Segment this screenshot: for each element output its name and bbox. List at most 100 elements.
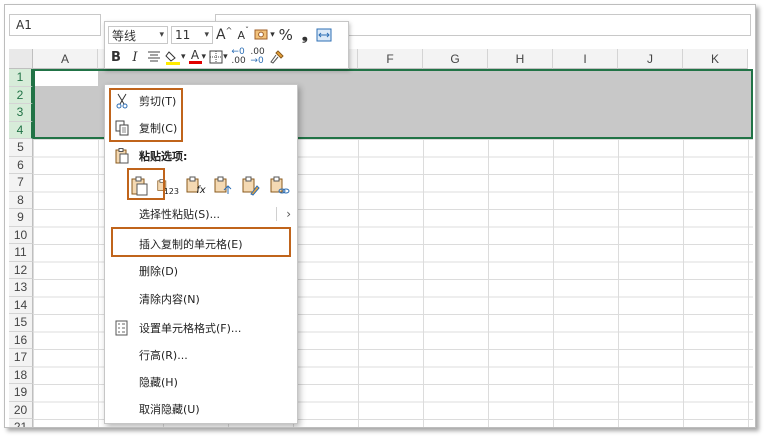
bold-button[interactable]: B	[108, 48, 124, 66]
column-header-g[interactable]: G	[423, 49, 488, 69]
paste-formatting-button[interactable]	[241, 174, 263, 198]
fill-bucket-icon	[165, 51, 180, 65]
column-header-k[interactable]: K	[683, 49, 748, 69]
font-name-combo[interactable]: 等线 ▾	[108, 26, 168, 44]
row-header-20[interactable]: 20	[9, 401, 33, 419]
font-name-value: 等线	[112, 28, 137, 43]
grow-font-button[interactable]: A ^	[216, 26, 232, 44]
name-box[interactable]: A1	[9, 14, 101, 36]
font-color-button[interactable]: A ▾	[188, 48, 207, 66]
submenu-divider	[276, 207, 277, 221]
active-cell-a1[interactable]	[35, 71, 98, 86]
paste-transpose-button[interactable]	[213, 174, 235, 198]
align-center-icon	[148, 51, 160, 62]
scissors-icon	[113, 92, 131, 110]
menu-label-clear-contents: 清除内容(N)	[139, 293, 200, 306]
copy-icon	[113, 119, 131, 137]
chevron-down-icon: ▾	[270, 30, 275, 40]
column-header-h[interactable]: H	[488, 49, 553, 69]
column-header-f[interactable]: F	[358, 49, 423, 69]
menu-header-paste-options: 粘贴选项:	[105, 145, 297, 167]
shrink-font-button[interactable]: Aˇ	[235, 26, 251, 44]
row-header-19[interactable]: 19	[9, 384, 33, 402]
column-header-a[interactable]: A	[33, 49, 98, 69]
menu-label-insert-copied-cells: 插入复制的单元格(E)	[139, 238, 243, 251]
select-all-corner[interactable]	[9, 49, 33, 69]
row-header-12[interactable]: 12	[9, 261, 33, 279]
row-header-13[interactable]: 13	[9, 279, 33, 297]
menu-item-copy[interactable]: 复制(C)	[105, 117, 297, 139]
row-header-5[interactable]: 5	[9, 139, 33, 157]
menu-label-paste-special: 选择性粘贴(S)...	[139, 208, 221, 221]
menu-item-insert-copied-cells[interactable]: 插入复制的单元格(E)	[105, 233, 297, 255]
column-header-i[interactable]: I	[553, 49, 618, 69]
chevron-down-icon: ▾	[201, 52, 207, 62]
row-header-11[interactable]: 11	[9, 244, 33, 262]
font-size-combo[interactable]: 11 ▾	[171, 26, 213, 44]
context-menu: 剪切(T) 复制(C) 粘贴选项: 123 fx 选择性粘贴(S)... › 插…	[104, 84, 298, 424]
row-header-8[interactable]: 8	[9, 191, 33, 209]
row-header-2[interactable]: 2	[9, 86, 33, 104]
format-painter-button[interactable]	[269, 48, 285, 66]
borders-icon	[209, 50, 223, 64]
menu-item-row-height[interactable]: 行高(R)...	[105, 344, 297, 366]
chevron-down-icon: ▾	[204, 30, 209, 40]
percent-button[interactable]: %	[278, 26, 294, 44]
merge-center-button[interactable]	[316, 26, 332, 44]
paste-formulas-badge: fx	[196, 184, 206, 196]
paste-icon	[131, 176, 148, 196]
menu-item-paste-special[interactable]: 选择性粘贴(S)... ›	[105, 203, 297, 225]
chevron-down-icon: ▾	[223, 52, 228, 62]
row-header-4[interactable]: 4	[9, 121, 33, 139]
column-header-j[interactable]: J	[618, 49, 683, 69]
row-header-9[interactable]: 9	[9, 209, 33, 227]
row-header-14[interactable]: 14	[9, 296, 33, 314]
row-header-16[interactable]: 16	[9, 331, 33, 349]
menu-item-cut[interactable]: 剪切(T)	[105, 90, 297, 112]
menu-item-delete[interactable]: 删除(D)	[105, 260, 297, 282]
row-header-1[interactable]: 1	[9, 69, 33, 87]
align-center-button[interactable]	[146, 48, 162, 66]
menu-label-delete: 删除(D)	[139, 265, 179, 278]
increase-decimal-label: →0	[250, 56, 264, 66]
grow-font-icon: A	[216, 27, 226, 43]
row-header-3[interactable]: 3	[9, 104, 33, 122]
fill-color-button[interactable]: ▾	[165, 48, 186, 66]
paste-options-row: 123 fx	[129, 172, 291, 200]
chevron-down-icon: ▾	[159, 30, 164, 40]
menu-label-cut: 剪切(T)	[139, 95, 177, 108]
comma-style-button[interactable]: ❟	[297, 26, 313, 44]
row-header-10[interactable]: 10	[9, 226, 33, 244]
row-header-7[interactable]: 7	[9, 174, 33, 192]
menu-label-unhide: 取消隐藏(U)	[139, 403, 200, 416]
format-painter-icon	[269, 50, 284, 64]
menu-label-row-height: 行高(R)...	[139, 349, 188, 362]
row-header-6[interactable]: 6	[9, 156, 33, 174]
menu-item-clear-contents[interactable]: 清除内容(N)	[105, 288, 297, 310]
paste-link-button[interactable]	[269, 174, 291, 198]
chevron-right-icon: ›	[286, 207, 291, 221]
row-header-15[interactable]: 15	[9, 314, 33, 332]
font-size-value: 11	[175, 28, 191, 42]
excel-window: A1 ABCDEFGHIJK 1234567891011121314151617…	[4, 4, 756, 428]
paste-values-badge: 123	[163, 186, 179, 196]
paste-button[interactable]	[129, 174, 151, 198]
menu-item-unhide[interactable]: 取消隐藏(U)	[105, 398, 297, 420]
font-color-icon: A	[190, 48, 200, 62]
row-header-21[interactable]: 21	[9, 419, 33, 427]
italic-button[interactable]: I	[127, 48, 143, 66]
menu-item-hide[interactable]: 隐藏(H)	[105, 371, 297, 393]
row-header-18[interactable]: 18	[9, 366, 33, 384]
merge-center-icon	[316, 28, 332, 42]
paste-values-button[interactable]: 123	[157, 174, 179, 198]
chevron-down-icon: ▾	[181, 52, 186, 62]
row-header-17[interactable]: 17	[9, 349, 33, 367]
increase-decimal-button[interactable]: .00 →0	[250, 48, 266, 66]
number-format-button[interactable]: ▾	[254, 26, 275, 44]
menu-item-format-cells[interactable]: 设置单元格格式(F)...	[105, 317, 297, 339]
borders-button[interactable]: ▾	[209, 48, 228, 66]
menu-label-paste-options: 粘贴选项:	[139, 150, 188, 163]
decrease-decimal-button[interactable]: ←0 .00	[231, 48, 247, 66]
menu-label-format-cells: 设置单元格格式(F)...	[139, 322, 242, 335]
paste-formulas-button[interactable]: fx	[185, 174, 207, 198]
